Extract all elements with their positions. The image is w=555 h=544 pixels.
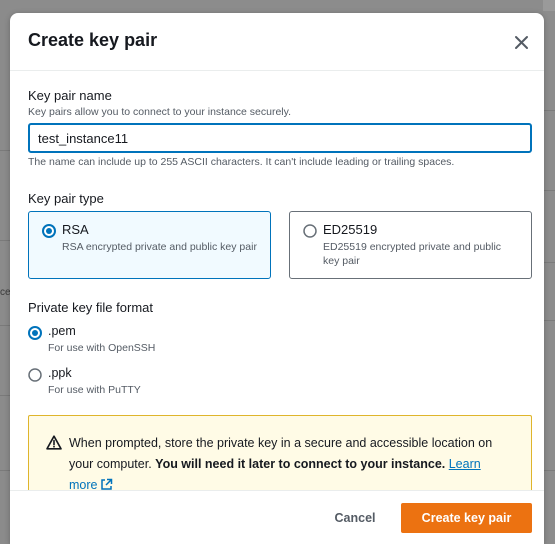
file-format-label: Private key file format	[28, 300, 153, 315]
backdrop-right	[543, 0, 555, 544]
dialog-header: Create key pair	[10, 13, 544, 71]
radio-unselected-icon	[28, 368, 42, 382]
warning-alert: When prompted, store the private key in …	[28, 415, 532, 495]
create-key-pair-dialog: Create key pair Key pair name Key pairs …	[10, 13, 544, 544]
key-type-rsa-label: RSA	[62, 222, 89, 237]
key-type-rsa-tile[interactable]: RSA RSA encrypted private and public key…	[28, 211, 271, 279]
close-button[interactable]	[510, 31, 534, 55]
alert-bold-text: You will need it later to connect to you…	[155, 457, 446, 471]
dialog-footer: Cancel Create key pair	[10, 490, 544, 544]
key-type-ed25519-tile[interactable]: ED25519 ED25519 encrypted private and pu…	[289, 211, 532, 279]
file-format-ppk-label: .ppk	[48, 366, 72, 380]
radio-selected-icon	[42, 224, 56, 238]
key-pair-name-input[interactable]	[28, 123, 532, 153]
file-format-pem-option[interactable]: .pem For use with OpenSSH	[28, 324, 228, 358]
alert-message: When prompted, store the private key in …	[69, 433, 509, 496]
backdrop-left: ce	[0, 0, 10, 544]
key-pair-name-description: Key pairs allow you to connect to your i…	[28, 106, 292, 118]
dialog-title: Create key pair	[28, 30, 158, 50]
backdrop-text-fragment: ce	[0, 287, 10, 298]
file-format-ppk-description: For use with PuTTY	[48, 384, 141, 396]
learn-more-link[interactable]: Learn	[449, 457, 481, 471]
file-format-pem-label: .pem	[48, 324, 76, 338]
key-pair-name-label: Key pair name	[28, 88, 112, 103]
file-format-pem-description: For use with OpenSSH	[48, 342, 156, 354]
create-key-pair-button[interactable]: Create key pair	[401, 503, 532, 533]
key-pair-type-label: Key pair type	[28, 191, 104, 206]
key-type-rsa-description: RSA encrypted private and public key pai…	[62, 241, 257, 253]
close-icon	[515, 36, 528, 49]
key-type-ed25519-description: ED25519 encrypted private and public key…	[323, 241, 502, 267]
cancel-button[interactable]: Cancel	[320, 503, 390, 533]
warning-icon	[46, 435, 62, 450]
file-format-ppk-option[interactable]: .ppk For use with PuTTY	[28, 366, 228, 400]
learn-more-link-word1: Learn	[448, 457, 481, 471]
key-type-ed25519-label: ED25519	[323, 222, 378, 237]
radio-unselected-icon	[303, 224, 317, 238]
radio-selected-icon	[28, 326, 42, 340]
key-pair-name-constraint: The name can include up to 255 ASCII cha…	[28, 156, 455, 168]
